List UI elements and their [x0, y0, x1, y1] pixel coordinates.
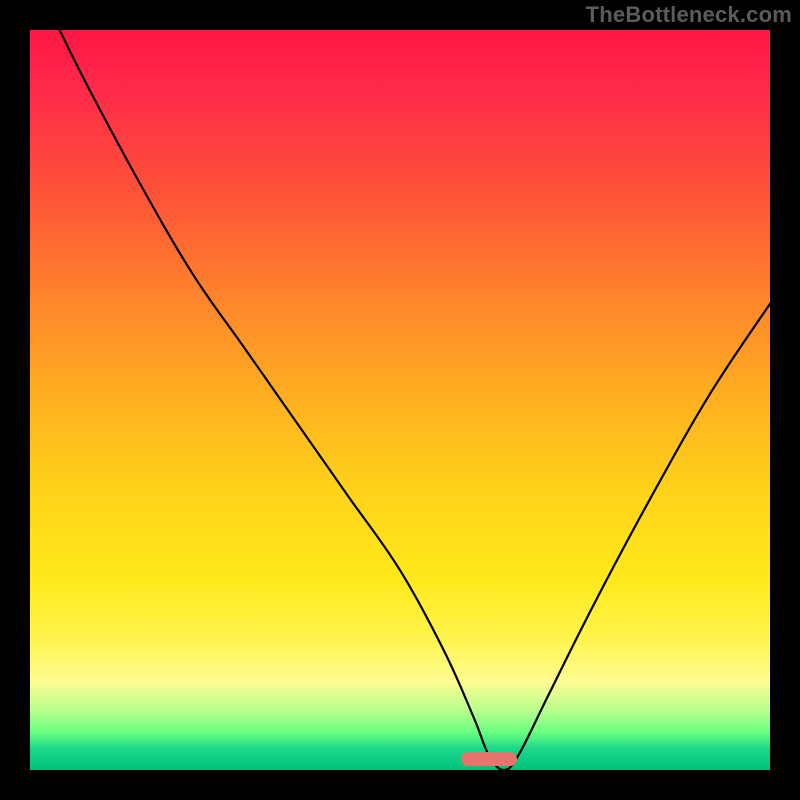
curve-svg: [30, 30, 770, 770]
optimal-marker: [461, 752, 517, 766]
chart-frame: TheBottleneck.com: [0, 0, 800, 800]
plot-area: [30, 30, 770, 770]
watermark-text: TheBottleneck.com: [586, 2, 792, 28]
bottleneck-curve: [60, 30, 770, 770]
